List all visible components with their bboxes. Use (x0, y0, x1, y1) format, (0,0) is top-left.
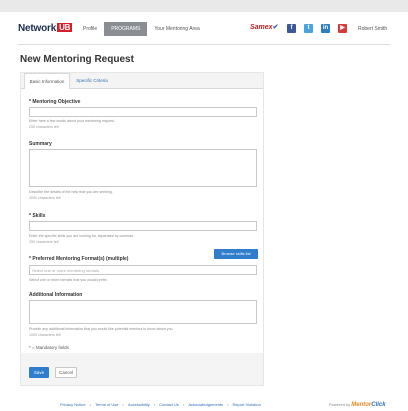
form-tabs: Basic Information Specific Criteria (21, 73, 263, 89)
footer-link-report[interactable]: Report Violation (232, 402, 260, 407)
user-menu[interactable]: Robert Smith (358, 26, 387, 32)
site-header: Network UB Profile PROGRAMS Your Mentorin… (18, 18, 390, 42)
powered-brand-part-2: Click (371, 402, 386, 408)
cancel-button[interactable]: Cancel (55, 367, 77, 378)
footer-link-acknowledgements[interactable]: Acknowledgements (188, 402, 223, 407)
footer-link-privacy[interactable]: Privacy Notice (60, 402, 86, 407)
footer-separator: • (182, 402, 185, 407)
skills-input[interactable] (29, 221, 257, 231)
save-button[interactable]: Save (29, 367, 49, 378)
powered-brand-part-1: Mentor (351, 402, 372, 408)
objective-label: * Mentoring Objective (29, 99, 81, 105)
page-title: New Mentoring Request (20, 54, 134, 65)
logo-badge: UB (57, 23, 73, 32)
browser-top-strip (0, 0, 408, 12)
objective-help: Enter here a few words about your mentor… (29, 119, 115, 123)
form-actions: Save Cancel (21, 359, 263, 385)
youtube-icon[interactable]: ▶ (338, 24, 347, 33)
footer-link-contact[interactable]: Contact Us (159, 402, 179, 407)
social-links: f t in ▶ (287, 24, 355, 33)
footer-separator: • (122, 402, 124, 407)
twitter-icon[interactable]: t (304, 24, 313, 33)
footer-separator: • (153, 402, 156, 407)
partner-brand-text: Samex (250, 24, 273, 31)
summary-label: Summary (29, 141, 52, 147)
summary-textarea[interactable] (29, 149, 257, 187)
objective-input[interactable] (29, 107, 257, 117)
tab-specific-criteria[interactable]: Specific Criteria (73, 73, 111, 88)
skills-char-counter: 250 characters left (29, 240, 59, 244)
footer-links: Privacy Notice • Terms of Use • Accessibil… (60, 402, 261, 407)
footer-separator: • (89, 402, 91, 407)
footer-separator: • (227, 402, 229, 407)
header-divider (18, 44, 390, 45)
mentoring-request-form: Basic Information Specific Criteria * Me… (20, 72, 264, 386)
main-nav: Profile PROGRAMS Your Mentoring Area (76, 22, 207, 36)
powered-by-label: Powered by (329, 402, 351, 407)
additional-info-label: Additional Information (29, 292, 83, 298)
nav-tab-mentoring-area[interactable]: Your Mentoring Area (147, 22, 206, 36)
logo-text: Network (18, 23, 57, 34)
skills-label: * Skills (29, 213, 46, 219)
nav-tab-programs[interactable]: PROGRAMS (104, 22, 148, 36)
linkedin-icon[interactable]: in (321, 24, 330, 33)
formats-label: * Preferred Mentoring Format(s) (multipl… (29, 256, 129, 262)
site-logo[interactable]: Network UB (18, 23, 73, 34)
mandatory-fields-note: * = Mandatory fields (29, 345, 69, 350)
additional-info-char-counter: 1000 characters left (29, 333, 61, 337)
browse-skills-button[interactable]: Browse skills list (214, 249, 258, 259)
formats-multiselect[interactable]: Select one or more mentoring formats (29, 265, 257, 275)
partner-brand[interactable]: Samex✔ (250, 23, 278, 31)
footer-link-accessibility[interactable]: Accessibility (128, 402, 150, 407)
summary-help: Describe the details of the help that yo… (29, 190, 113, 194)
summary-char-counter: 3000 characters left (29, 196, 61, 200)
formats-placeholder: Select one or more mentoring formats (32, 268, 100, 273)
footer-link-terms[interactable]: Terms of Use (95, 402, 119, 407)
nav-tab-profile[interactable]: Profile (76, 22, 104, 36)
powered-by[interactable]: Powered by MentorClick (329, 402, 386, 408)
powered-by-brand: MentorClick (351, 402, 385, 408)
formats-help: Select one or more formats that you woul… (29, 278, 108, 282)
objective-char-counter: 250 characters left (29, 125, 59, 129)
skills-help: Enter the specific skills you are lookin… (29, 234, 135, 238)
checkmark-icon: ✔ (272, 24, 279, 31)
additional-info-textarea[interactable] (29, 300, 257, 324)
tab-basic-information[interactable]: Basic Information (24, 73, 70, 89)
additional-info-help: Provide any additional information that … (29, 327, 174, 331)
facebook-icon[interactable]: f (287, 24, 296, 33)
form-body: * Mentoring Objective Enter here a few w… (21, 89, 263, 353)
